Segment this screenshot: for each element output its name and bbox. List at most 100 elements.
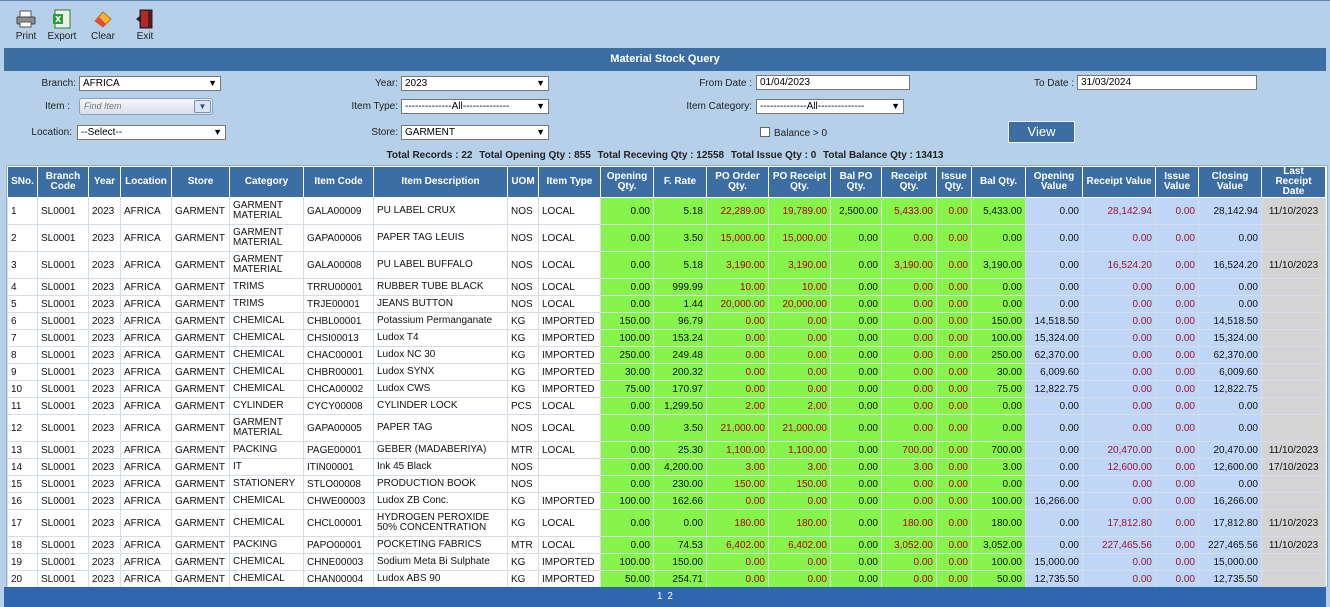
chevron-down-icon: ▼ (536, 127, 545, 137)
column-header[interactable]: PO Receipt Qty. (768, 166, 831, 198)
table-row[interactable]: 19 SL0001 2023 AFRICA GARMENT CHEMICAL CHNE000… (7, 553, 1326, 571)
table-cell: 13 (7, 441, 38, 459)
column-header[interactable]: Item Description (373, 166, 508, 198)
table-cell: 0.00 (936, 312, 972, 330)
item-category-select[interactable]: --------------All-------------- ▼ (756, 99, 904, 114)
store-select[interactable]: GARMENT ▼ (401, 125, 549, 140)
table-cell: 0.00 (830, 492, 882, 510)
table-row[interactable]: 16 SL0001 2023 AFRICA GARMENT CHEMICAL CHWE000… (7, 492, 1326, 510)
branch-select[interactable]: AFRICA ▼ (79, 76, 221, 91)
page-link-2[interactable]: 2 (667, 591, 673, 602)
column-header[interactable]: Opening Qty. (600, 166, 654, 198)
column-header[interactable]: F. Rate (653, 166, 707, 198)
balance-checkbox[interactable] (760, 127, 770, 137)
table-cell: 0.00 (1198, 278, 1262, 296)
exit-button[interactable]: Exit (132, 9, 158, 42)
column-header[interactable]: Category (229, 166, 304, 198)
table-cell: 0.00 (768, 346, 831, 364)
table-row[interactable]: 4 SL0001 2023 AFRICA GARMENT TRIMS TRRU00001 RU… (7, 278, 1326, 296)
table-row[interactable]: 17 SL0001 2023 AFRICA GARMENT CHEMICAL CHCL000… (7, 509, 1326, 537)
table-row[interactable]: 8 SL0001 2023 AFRICA GARMENT CHEMICAL CHAC0000… (7, 346, 1326, 364)
table-cell: 162.66 (653, 492, 707, 510)
table-cell: 0.00 (1198, 475, 1262, 493)
table-cell: 0.00 (1155, 536, 1199, 554)
export-button[interactable]: X Export (46, 9, 78, 42)
column-header[interactable]: Store (171, 166, 230, 198)
column-header[interactable]: Closing Value (1198, 166, 1262, 198)
column-header[interactable]: UOM (507, 166, 539, 198)
table-cell: 0.00 (881, 475, 937, 493)
table-row[interactable]: 9 SL0001 2023 AFRICA GARMENT CHEMICAL CHBR0000… (7, 363, 1326, 381)
table-row[interactable]: 7 SL0001 2023 AFRICA GARMENT CHEMICAL CHSI0001… (7, 329, 1326, 347)
column-header[interactable]: Issue Value (1155, 166, 1199, 198)
column-header[interactable]: SNo. (7, 166, 38, 198)
from-date-field[interactable]: 01/04/2023 (756, 75, 910, 90)
clear-button[interactable]: Clear (88, 9, 118, 42)
stock-table-body: 1 SL0001 2023 AFRICA GARMENT GARMENT MATERIAL… (7, 197, 1326, 588)
table-row[interactable]: 2 SL0001 2023 AFRICA GARMENT GARMENT MATERIAL… (7, 224, 1326, 252)
column-header[interactable]: Location (120, 166, 172, 198)
table-cell: AFRICA (120, 458, 172, 476)
table-cell: 0.00 (706, 312, 769, 330)
table-cell: 16 (7, 492, 38, 510)
column-header[interactable]: Issue Qty. (936, 166, 972, 198)
table-row[interactable]: 13 SL0001 2023 AFRICA GARMENT PACKING PAGE0000… (7, 441, 1326, 459)
table-cell: 5.18 (653, 197, 707, 225)
table-cell: 0.00 (830, 380, 882, 398)
table-row[interactable]: 10 SL0001 2023 AFRICA GARMENT CHEMICAL CHCA000… (7, 380, 1326, 398)
table-cell: 0.00 (971, 224, 1026, 252)
table-row[interactable]: 1 SL0001 2023 AFRICA GARMENT GARMENT MATERIAL… (7, 197, 1326, 225)
table-cell: 0.00 (1155, 346, 1199, 364)
table-row[interactable]: 6 SL0001 2023 AFRICA GARMENT CHEMICAL CHBL0000… (7, 312, 1326, 330)
year-select-value: 2023 (405, 78, 428, 89)
table-row[interactable]: 15 SL0001 2023 AFRICA GARMENT STATIONERY STLO0… (7, 475, 1326, 493)
table-row[interactable]: 5 SL0001 2023 AFRICA GARMENT TRIMS TRJE00001 JE… (7, 295, 1326, 313)
location-select[interactable]: --Select-- ▼ (77, 125, 226, 140)
table-cell: POCKETING FABRICS (373, 536, 508, 554)
column-header[interactable]: Bal Qty. (971, 166, 1026, 198)
table-cell: 0.00 (830, 329, 882, 347)
table-cell: AFRICA (120, 346, 172, 364)
print-button[interactable]: Print (12, 9, 40, 42)
page-link-1[interactable]: 1 (657, 591, 663, 602)
item-search-input[interactable]: Find Item ▼ (79, 98, 213, 115)
table-cell: 0.00 (830, 278, 882, 296)
item-type-select[interactable]: --------------All-------------- ▼ (401, 99, 549, 114)
column-header[interactable]: Branch Code (37, 166, 89, 198)
column-header[interactable]: Bal PO Qty. (830, 166, 882, 198)
year-select[interactable]: 2023 ▼ (401, 76, 549, 91)
dropdown-arrow-icon[interactable]: ▼ (194, 100, 211, 113)
table-row[interactable]: 18 SL0001 2023 AFRICA GARMENT PACKING PAPO0000… (7, 536, 1326, 554)
table-cell: SL0001 (37, 492, 89, 510)
table-cell: AFRICA (120, 278, 172, 296)
column-header[interactable]: PO Order Qty. (706, 166, 769, 198)
column-header[interactable]: Receipt Qty. (881, 166, 937, 198)
to-date-field[interactable]: 31/03/2024 (1077, 75, 1257, 90)
table-cell: 150.00 (706, 475, 769, 493)
table-cell: PAGE00001 (303, 441, 374, 459)
table-cell: 2023 (88, 509, 121, 537)
column-header[interactable]: Last Receipt Date (1261, 166, 1326, 198)
table-row[interactable]: 14 SL0001 2023 AFRICA GARMENT IT ITIN00001 Ink … (7, 458, 1326, 476)
balance-filter[interactable]: Balance > 0 (760, 127, 827, 139)
table-cell: 0.00 (1025, 397, 1083, 415)
table-row[interactable]: 3 SL0001 2023 AFRICA GARMENT GARMENT MATERIAL… (7, 251, 1326, 279)
clear-label: Clear (91, 31, 115, 42)
view-button[interactable]: View (1008, 121, 1075, 143)
column-header[interactable]: Opening Value (1025, 166, 1083, 198)
table-row[interactable]: 20 SL0001 2023 AFRICA GARMENT CHEMICAL CHAN000… (7, 570, 1326, 588)
column-header[interactable]: Receipt Value (1082, 166, 1156, 198)
table-cell: HYDROGEN PEROXIDE 50% CONCENTRATION (373, 509, 508, 537)
column-header[interactable]: Item Type (538, 166, 601, 198)
column-header[interactable]: Item Code (303, 166, 374, 198)
table-cell: 0.00 (1025, 295, 1083, 313)
table-row[interactable]: 11 SL0001 2023 AFRICA GARMENT CYLINDER CYCY000… (7, 397, 1326, 415)
column-header[interactable]: Year (88, 166, 121, 198)
table-row[interactable]: 12 SL0001 2023 AFRICA GARMENT GARMENT MATERIA… (7, 414, 1326, 442)
header-row: SNo. Branch Code Year Location Store Cat… (7, 166, 1326, 198)
table-cell: TRIMS (229, 278, 304, 296)
table-cell: 11/10/2023 (1261, 509, 1326, 537)
table-cell: 0.00 (768, 553, 831, 571)
table-cell: CYLINDER LOCK (373, 397, 508, 415)
table-cell: 3,190.00 (971, 251, 1026, 279)
